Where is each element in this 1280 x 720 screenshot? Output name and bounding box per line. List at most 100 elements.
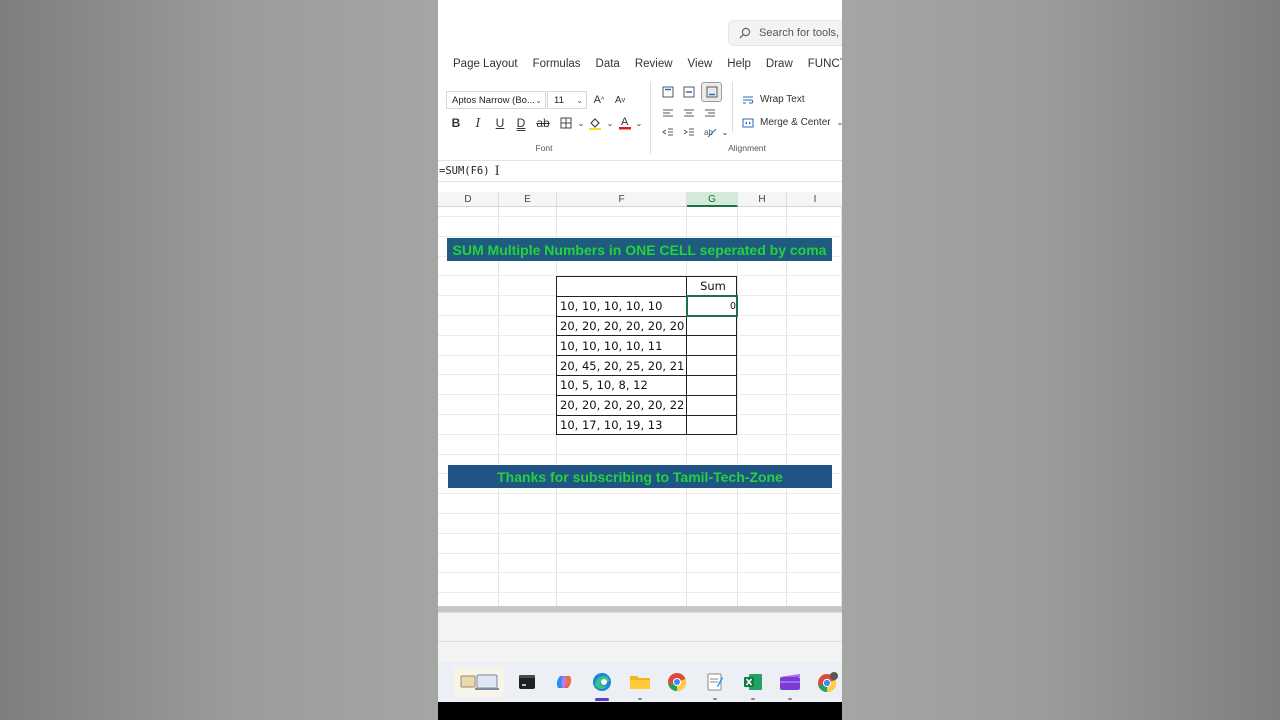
excel-icon	[743, 674, 762, 690]
tab-data[interactable]: Data	[596, 58, 620, 70]
underline-button[interactable]: U	[491, 114, 509, 132]
sum-cell[interactable]	[686, 414, 737, 436]
values-cell[interactable]: 10, 10, 10, 10, 10	[556, 295, 687, 317]
tab-page-layout[interactable]: Page Layout	[453, 58, 518, 70]
svg-text:A: A	[621, 116, 629, 128]
gridline	[786, 207, 787, 607]
open-indicator	[750, 698, 755, 700]
strikethrough-button[interactable]: ab	[534, 114, 552, 132]
italic-button[interactable]: I	[469, 114, 487, 132]
increase-indent-button[interactable]	[680, 123, 698, 141]
decrease-font-size-button[interactable]: Av	[611, 91, 629, 109]
align-bottom-button[interactable]	[701, 82, 722, 102]
sum-cell[interactable]	[686, 394, 737, 416]
tab-draw[interactable]: Draw	[766, 58, 793, 70]
ribbon-body: Aptos Narrow (Bo... ⌄ 11 ⌄ A ^ Av B I U D…	[438, 78, 842, 158]
table-row: 10, 10, 10, 10, 10 0	[556, 295, 738, 318]
tab-help[interactable]: Help	[727, 58, 751, 70]
active-indicator	[595, 698, 610, 701]
worksheet-grid[interactable]: SUM Multiple Numbers in ONE CELL seperat…	[438, 207, 842, 607]
formula-text: =SUM(F6)	[439, 165, 490, 177]
merge-center-icon	[742, 118, 754, 127]
chrome-button[interactable]	[663, 667, 692, 697]
tab-functions[interactable]: FUNCT	[808, 58, 842, 70]
open-indicator	[712, 698, 717, 700]
chrome-profile-icon	[817, 672, 838, 692]
table-row: 20, 20, 20, 20, 20, 22	[556, 394, 737, 416]
values-cell[interactable]: 10, 5, 10, 8, 12	[556, 374, 687, 396]
header-cell-sum[interactable]: Sum	[686, 276, 737, 297]
column-header-i[interactable]: I	[787, 192, 842, 207]
values-cell[interactable]: 20, 20, 20, 20, 20, 22	[556, 394, 687, 416]
file-explorer-button[interactable]	[625, 667, 654, 700]
decrease-indent-button[interactable]	[659, 123, 677, 141]
notepad-icon	[707, 673, 723, 691]
edge-button[interactable]	[588, 667, 617, 701]
gridline	[438, 592, 842, 593]
merge-center-label: Merge & Center	[760, 117, 831, 128]
gridline	[438, 216, 842, 217]
terminal-button[interactable]	[513, 667, 542, 697]
chrome-profile-button[interactable]	[813, 667, 842, 697]
bold-button[interactable]: B	[447, 114, 465, 132]
gridline	[438, 236, 842, 237]
align-right-button[interactable]	[701, 104, 719, 122]
increase-font-size-button[interactable]: A ^	[590, 91, 608, 109]
tab-review[interactable]: Review	[635, 58, 673, 70]
widgets-button[interactable]	[454, 667, 504, 697]
merge-center-button[interactable]: Merge & Center ⌄	[742, 117, 842, 128]
tab-view[interactable]: View	[688, 58, 713, 70]
clipchamp-button[interactable]	[776, 667, 805, 700]
wrap-text-button[interactable]: Wrap Text	[742, 94, 805, 105]
align-middle-button[interactable]	[680, 83, 698, 101]
gridline	[841, 207, 842, 607]
align-middle-icon	[683, 86, 695, 98]
column-headers: D E F G H I	[438, 192, 842, 207]
title-strip	[438, 0, 842, 8]
fill-color-icon	[589, 118, 601, 130]
column-header-e[interactable]: E	[499, 192, 557, 207]
excel-button[interactable]	[738, 667, 767, 700]
formula-bar[interactable]: =SUM(F6) I	[438, 160, 842, 182]
align-left-button[interactable]	[659, 104, 677, 122]
footer-banner: Thanks for subscribing to Tamil-Tech-Zon…	[448, 465, 832, 488]
gridline	[438, 493, 842, 494]
sum-cell-selected[interactable]: 0	[685, 295, 738, 318]
column-header-f[interactable]: F	[557, 192, 687, 207]
align-top-button[interactable]	[659, 83, 677, 101]
bottom-bar	[438, 702, 842, 720]
values-cell[interactable]: 10, 10, 10, 10, 11	[556, 335, 687, 357]
font-size-value: 11	[554, 94, 564, 106]
table-row: 20, 45, 20, 25, 20, 21	[556, 355, 737, 376]
font-size-dropdown[interactable]: 11 ⌄	[547, 91, 587, 109]
sum-cell[interactable]	[686, 335, 737, 357]
copilot-button[interactable]	[550, 667, 579, 697]
column-header-h[interactable]: H	[738, 192, 787, 207]
search-box[interactable]: Search for tools,	[728, 20, 842, 46]
values-cell[interactable]: 10, 17, 10, 19, 13	[556, 414, 687, 436]
align-center-button[interactable]	[680, 104, 698, 122]
text-cursor-icon: I	[494, 163, 500, 179]
sum-cell[interactable]	[686, 315, 737, 337]
column-header-g[interactable]: G	[687, 192, 738, 207]
font-group-label: Font	[535, 143, 553, 153]
tab-formulas[interactable]: Formulas	[533, 58, 581, 70]
chrome-icon	[668, 673, 687, 691]
gridline	[438, 572, 842, 573]
font-name-dropdown[interactable]: Aptos Narrow (Bo... ⌄	[446, 91, 546, 109]
sum-cell[interactable]	[686, 355, 737, 376]
data-table: Sum 10, 10, 10, 10, 10 0 20, 20, 20, 20,…	[556, 276, 738, 436]
values-cell[interactable]: 20, 45, 20, 25, 20, 21	[556, 355, 687, 376]
chevron-down-icon: ⌄	[836, 118, 842, 127]
table-row: 10, 17, 10, 19, 13	[556, 414, 737, 436]
double-underline-button[interactable]: D	[512, 114, 530, 132]
chevron-down-icon[interactable]: ⌄	[630, 114, 648, 132]
copilot-icon	[557, 676, 572, 688]
notepad-button[interactable]	[701, 667, 730, 700]
table-row: 10, 10, 10, 10, 11	[556, 335, 737, 357]
values-cell[interactable]: 20, 20, 20, 20, 20, 20	[556, 315, 687, 337]
sum-cell[interactable]	[686, 374, 737, 396]
font-name-value: Aptos Narrow (Bo...	[452, 94, 535, 106]
column-header-d[interactable]: D	[438, 192, 499, 207]
header-cell-empty[interactable]	[556, 276, 687, 297]
